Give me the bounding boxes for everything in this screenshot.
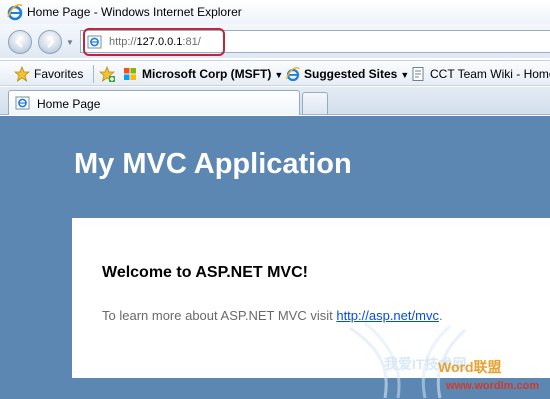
- app-title: My MVC Application: [74, 148, 352, 180]
- history-dropdown-icon[interactable]: ▼: [66, 38, 74, 47]
- arrow-right-icon: [47, 36, 55, 48]
- favorites-star-icon: [14, 66, 30, 82]
- chevron-down-icon: ▼: [274, 70, 284, 80]
- chevron-down-icon: ▼: [400, 70, 410, 80]
- tab-home-page[interactable]: Home Page: [8, 90, 300, 115]
- favorite-item-msft-label: Microsoft Corp (MSFT): [142, 67, 272, 81]
- favorite-item-msft[interactable]: Microsoft Corp (MSFT) ▼: [142, 67, 283, 81]
- tab-bar: Home Page: [0, 87, 550, 115]
- favorite-item-suggested-sites[interactable]: Suggested Sites ▼: [304, 67, 409, 81]
- favorite-item-cct-team-wiki[interactable]: CCT Team Wiki - Home: [430, 67, 550, 81]
- address-highlight-annotation: [83, 28, 225, 56]
- welcome-heading: Welcome to ASP.NET MVC!: [102, 264, 308, 281]
- back-button[interactable]: [8, 30, 32, 54]
- favorites-button[interactable]: Favorites: [34, 67, 83, 81]
- watermark-url: www.wordlm.com: [446, 380, 540, 392]
- watermark-brand: Word联盟: [438, 359, 502, 375]
- window-title-bar: Home Page - Windows Internet Explorer: [0, 0, 550, 24]
- page-icon: [412, 67, 424, 81]
- ie-logo-icon: [285, 67, 301, 82]
- page-ie-icon: [15, 96, 30, 110]
- window-title: Home Page - Windows Internet Explorer: [27, 5, 242, 19]
- arrow-left-icon: [15, 36, 23, 48]
- learn-more-prefix: To learn more about ASP.NET MVC visit: [102, 308, 337, 323]
- new-tab-button[interactable]: [302, 92, 328, 114]
- tab-label: Home Page: [37, 97, 101, 111]
- favorite-item-suggested-sites-label: Suggested Sites: [304, 67, 398, 81]
- forward-button[interactable]: [38, 30, 62, 54]
- favorites-separator: [93, 65, 94, 83]
- windows-flag-icon: [124, 68, 136, 80]
- add-favorite-icon[interactable]: [99, 66, 115, 82]
- ie-logo-icon: [7, 3, 23, 21]
- favorites-bar: Favorites Microsoft Corp (MSFT) ▼ Suggest…: [0, 60, 550, 86]
